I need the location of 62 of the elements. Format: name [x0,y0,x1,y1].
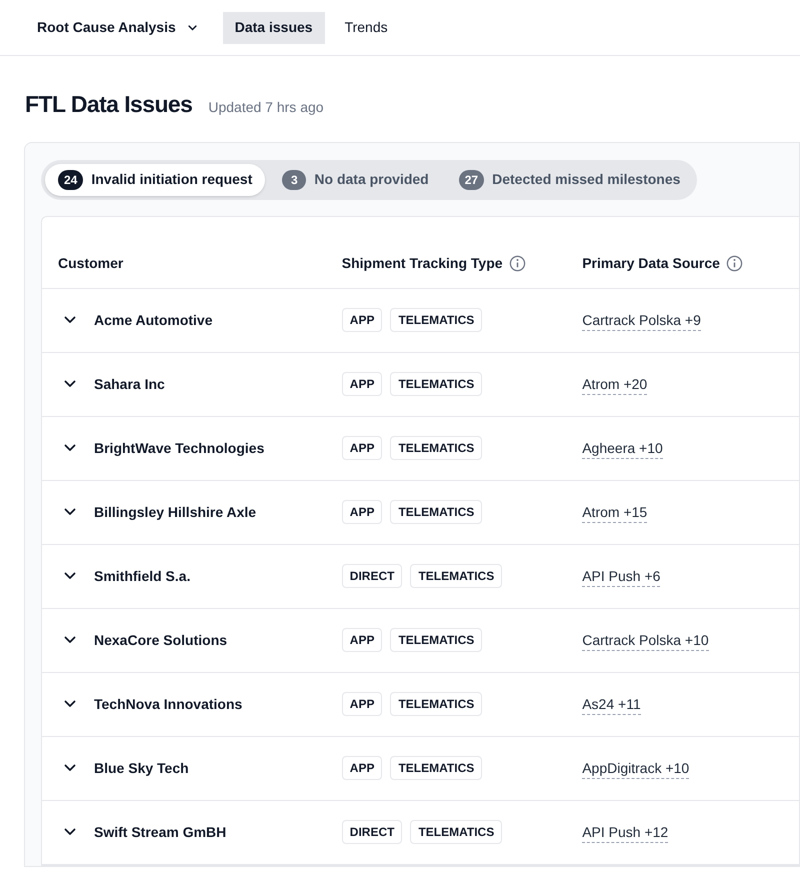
column-header: Shipment Tracking Type [342,254,503,273]
type-tag: TELEMATICS [390,308,482,332]
chevron-down-icon [188,24,197,30]
type-tag: DIRECT [342,564,402,588]
chevron-down-icon[interactable] [64,828,76,836]
type-tag: APP [342,308,382,332]
type-tag: DIRECT [342,820,402,844]
type-tag: TELEMATICS [390,500,482,524]
customer-name: Acme Automotive [94,310,213,330]
type-tag: APP [342,436,382,460]
nav-tab[interactable]: Trends [332,12,400,44]
data-source-link[interactable]: Agheera +10 [582,440,663,458]
data-source-link[interactable]: Cartrack Polska +9 [582,312,701,330]
column-header: Primary Data Source [582,254,720,273]
customer-name: Sahara Inc [94,374,165,394]
customer-name: Blue Sky Tech [94,758,189,778]
chevron-down-icon[interactable] [64,316,76,324]
count-badge: 24 [58,170,84,190]
column-header: Customer [58,254,124,272]
customer-name: BrightWave Technologies [94,438,264,458]
info-icon [508,254,526,272]
chevron-down-icon[interactable] [64,572,76,580]
type-tag: TELEMATICS [410,564,502,588]
chevron-down-icon[interactable] [64,636,76,644]
count-badge: 27 [458,170,484,190]
data-source-link[interactable]: Atrom +15 [582,504,648,522]
updated-time: Updated 7 hrs ago [208,98,324,117]
chevron-down-icon[interactable] [64,700,76,708]
customer-name: Swift Stream GmBH [94,822,226,842]
page-title: FTL Data Issues [25,90,192,119]
type-tag: TELEMATICS [410,820,502,844]
info-icon [726,254,743,272]
customer-name: TechNova Innovations [94,694,242,714]
data-source-link[interactable]: API Push +12 [582,824,668,842]
customer-name: Billingsley Hillshire Axle [94,502,256,522]
chevron-down-icon[interactable] [64,380,76,388]
type-tag: APP [342,756,382,780]
type-tag: TELEMATICS [390,756,482,780]
type-tag: TELEMATICS [390,692,482,716]
chevron-down-icon[interactable] [64,764,76,772]
filter-tab[interactable]: 27 Detected missed milestones [446,164,694,196]
chevron-down-icon[interactable] [64,444,76,452]
type-tag: TELEMATICS [390,436,482,460]
type-tag: APP [342,372,382,396]
nav-tab[interactable]: Data issues [222,12,325,44]
type-tag: APP [342,500,382,524]
type-tag: APP [342,628,382,652]
type-tag: TELEMATICS [390,628,482,652]
count-badge: 3 [282,170,306,190]
data-source-link[interactable]: Atrom +20 [582,376,648,394]
data-source-link[interactable]: As24 +11 [582,696,641,714]
data-source-link[interactable]: Cartrack Polska +10 [582,632,709,650]
customer-name: NexaCore Solutions [94,630,228,650]
filter-tab[interactable]: 24 Invalid initiation request [45,164,266,196]
data-source-link[interactable]: AppDigitrack +10 [582,760,690,778]
type-tag: TELEMATICS [390,372,482,396]
type-tag: APP [342,692,382,716]
chevron-down-icon[interactable] [64,508,76,516]
customer-name: Smithfield S.a. [94,566,190,586]
analysis-menu[interactable]: Root Cause Analysis [37,17,197,38]
data-source-link[interactable]: API Push +6 [582,568,660,586]
filter-tab[interactable]: 3 No data provided [269,164,442,196]
